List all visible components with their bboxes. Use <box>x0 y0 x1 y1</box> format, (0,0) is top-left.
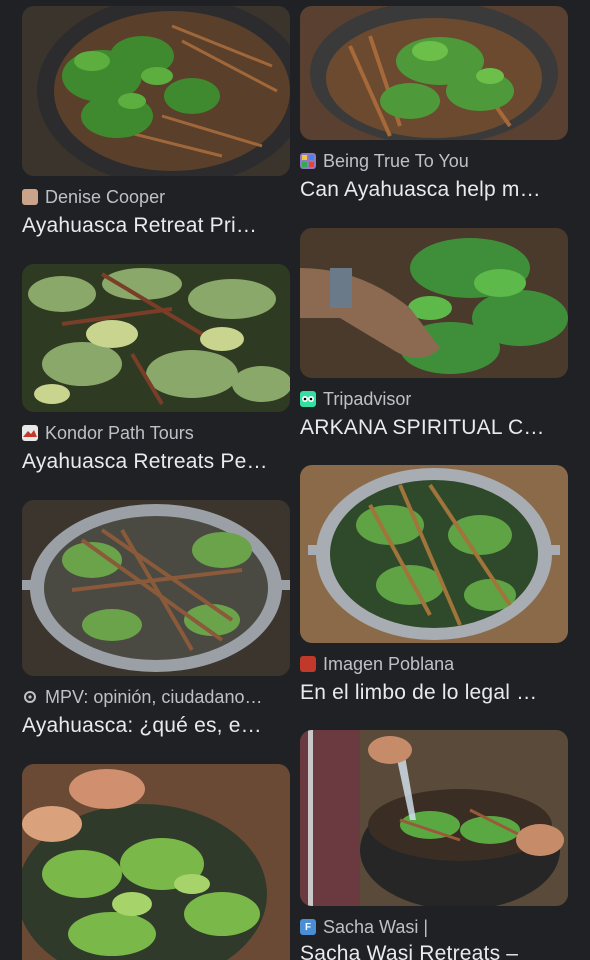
image-result-card[interactable]: F Sacha Wasi | Sacha Wasi Retreats – <box>300 730 568 960</box>
hands-in-leaf-pot-image <box>22 764 290 960</box>
red-square-favicon-icon <box>300 656 316 672</box>
grid-favicon-icon <box>300 153 316 169</box>
result-source: Tripadvisor <box>300 388 568 410</box>
result-source: Kondor Path Tours <box>22 422 290 444</box>
source-name: Kondor Path Tours <box>45 422 194 443</box>
result-thumbnail[interactable] <box>22 500 290 676</box>
source-name: Tripadvisor <box>323 388 412 409</box>
hands-with-leaves-image <box>300 228 568 378</box>
image-result-card[interactable]: Tripadvisor ARKANA SPIRITUAL C… <box>300 228 568 440</box>
source-name: Denise Cooper <box>45 186 166 207</box>
image-result-card[interactable] <box>22 764 290 960</box>
result-title[interactable]: Ayahuasca Retreats Pe… <box>22 450 290 474</box>
water-pouring-into-pot-image <box>300 730 568 906</box>
result-title[interactable]: Ayahuasca: ¿qué es, e… <box>22 714 290 738</box>
source-name: MPV: opinión, ciudadano… <box>45 686 263 707</box>
result-title[interactable]: Can Ayahuasca help m… <box>300 178 568 202</box>
leaves-and-vines-image <box>22 264 290 412</box>
image-result-card[interactable]: Being True To You Can Ayahuasca help m… <box>300 6 568 202</box>
result-thumbnail[interactable] <box>300 6 568 140</box>
result-thumbnail[interactable] <box>22 6 290 176</box>
pot-leaves-bark-image <box>300 6 568 140</box>
image-result-card[interactable]: Imagen Poblana En el limbo de lo legal … <box>300 465 568 705</box>
result-thumbnail[interactable] <box>22 764 290 960</box>
result-source: Imagen Poblana <box>300 653 568 675</box>
source-name: Imagen Poblana <box>323 653 455 674</box>
result-thumbnail[interactable] <box>300 730 568 906</box>
portrait-favicon-icon <box>22 189 38 205</box>
image-result-card[interactable]: Denise Cooper Ayahuasca Retreat Pri… <box>22 6 290 238</box>
mountain-favicon-icon <box>22 425 38 441</box>
circle-favicon-icon <box>22 689 38 705</box>
owl-favicon-icon <box>300 391 316 407</box>
image-result-card[interactable]: MPV: opinión, ciudadano… Ayahuasca: ¿qué… <box>22 500 290 738</box>
pot-leaves-bark-image <box>22 6 290 176</box>
steel-pot-with-bark-image <box>22 500 290 676</box>
source-name: Being True To You <box>323 150 469 171</box>
letter-f-favicon-icon: F <box>300 919 316 935</box>
source-name: Sacha Wasi | <box>323 916 429 937</box>
result-title[interactable]: ARKANA SPIRITUAL C… <box>300 416 568 440</box>
result-title[interactable]: Sacha Wasi Retreats – <box>300 942 568 960</box>
image-result-card[interactable]: Kondor Path Tours Ayahuasca Retreats Pe… <box>22 264 290 474</box>
result-source: MPV: opinión, ciudadano… <box>22 686 290 708</box>
result-thumbnail[interactable] <box>300 228 568 378</box>
result-source: F Sacha Wasi | <box>300 916 568 938</box>
image-results-grid: Denise Cooper Ayahuasca Retreat Pri… Kon… <box>0 0 590 960</box>
result-thumbnail[interactable] <box>22 264 290 412</box>
result-source: Denise Cooper <box>22 186 290 208</box>
steel-pot-leaves-vines-image <box>300 465 568 643</box>
result-title[interactable]: En el limbo de lo legal … <box>300 681 568 705</box>
result-title[interactable]: Ayahuasca Retreat Pri… <box>22 214 290 238</box>
result-source: Being True To You <box>300 150 568 172</box>
result-thumbnail[interactable] <box>300 465 568 643</box>
